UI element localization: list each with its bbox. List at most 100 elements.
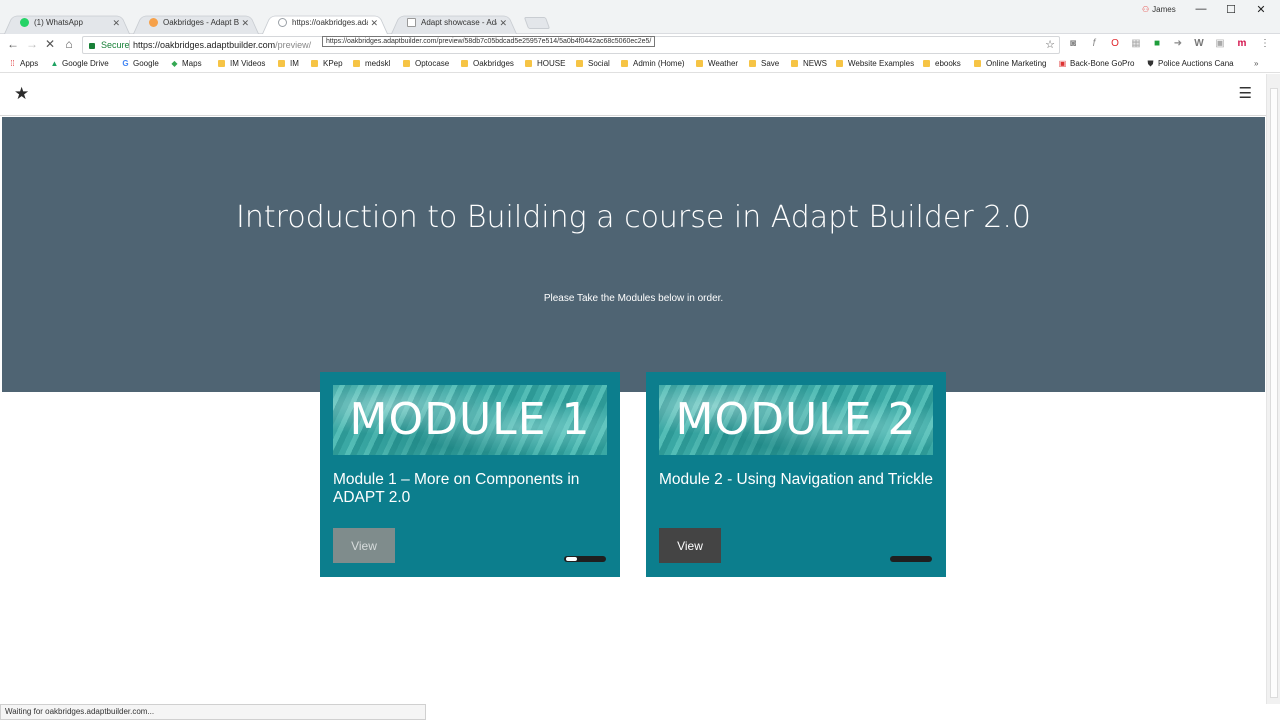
bookmark-folder[interactable]: KPep <box>311 59 343 68</box>
bookmark-folder[interactable]: Website Examples <box>836 59 914 68</box>
bookmark-folder[interactable]: NEWS <box>791 59 827 68</box>
module-banner-text: MODULE 2 <box>675 394 917 445</box>
bookmark-folder[interactable]: Oakbridges <box>461 59 514 68</box>
course-page: ★ ☰ Introduction to Building a course in… <box>0 74 1266 704</box>
folder-icon <box>749 60 756 68</box>
bookmark-folder[interactable]: Weather <box>696 59 738 68</box>
forward-arrow-icon[interactable]: → <box>24 37 40 51</box>
grid-extension-icon[interactable]: ▦ <box>1129 38 1143 49</box>
folder-icon <box>403 60 410 68</box>
bookmark-folder[interactable]: HOUSE <box>525 59 565 68</box>
opera-extension-icon[interactable]: O <box>1108 38 1122 49</box>
home-icon[interactable]: ⌂ <box>61 37 77 51</box>
bookmark-star-icon[interactable]: ☆ <box>1045 37 1055 53</box>
bookmark-item[interactable]: ▣ Back-Bone GoPro <box>1058 59 1135 68</box>
camera-extension-icon[interactable]: ◙ <box>1066 38 1080 49</box>
whatsapp-icon <box>20 18 29 27</box>
profile-icon: ⚇ <box>1142 5 1150 14</box>
folder-icon <box>353 60 360 68</box>
course-header: Introduction to Building a course in Ada… <box>2 117 1265 392</box>
shield-icon: ⛊ <box>1147 59 1154 68</box>
bookmark-folder[interactable]: Social <box>576 59 610 68</box>
adapt-icon <box>149 18 158 27</box>
bookmark-folder[interactable]: ebooks <box>923 59 961 68</box>
url-text: https://oakbridges.adaptbuilder.com/prev… <box>133 40 312 50</box>
tab-adapt-showcase[interactable]: Adapt showcase - Adapt ✕ <box>391 12 517 34</box>
new-tab-button[interactable] <box>523 17 551 29</box>
tab-oakbridges-builder[interactable]: Oakbridges - Adapt Builder ✕ <box>133 12 259 34</box>
module-progress-bar <box>564 556 606 562</box>
profile-name: James <box>1152 5 1176 14</box>
formula-extension-icon[interactable]: f <box>1087 38 1101 49</box>
arrow-extension-icon[interactable]: ➜ <box>1171 38 1185 49</box>
menu-list-icon[interactable]: ☰ <box>1239 84 1252 102</box>
folder-icon <box>791 60 798 68</box>
bookmark-icon: ▣ <box>1058 59 1067 68</box>
google-icon: G <box>122 59 129 68</box>
page-scrollbar[interactable] <box>1266 74 1280 704</box>
module-title: Module 1 – More on Components in ADAPT 2… <box>333 471 580 506</box>
module-progress-fill <box>566 557 577 561</box>
bookmark-item[interactable]: G Google <box>121 59 158 68</box>
maximize-icon[interactable]: ☐ <box>1216 3 1246 16</box>
course-navigation-bar: ★ ☰ <box>0 74 1266 116</box>
folder-icon <box>278 60 285 68</box>
m-extension-icon[interactable]: m <box>1235 38 1249 49</box>
bookmark-folder[interactable]: IM Videos <box>218 59 265 68</box>
module-banner-image: MODULE 2 <box>659 385 933 455</box>
kebab-menu-icon[interactable]: ⋮ <box>1258 38 1272 49</box>
module-banner-text: MODULE 1 <box>349 394 591 445</box>
bookmark-folder[interactable]: Optocase <box>403 59 449 68</box>
folder-icon <box>311 60 318 68</box>
bookmark-item[interactable]: ▲ Google Drive <box>50 59 109 68</box>
folder-icon <box>923 60 930 68</box>
tab-whatsapp[interactable]: (1) WhatsApp ✕ <box>4 12 130 34</box>
minimize-icon[interactable]: — <box>1186 3 1216 15</box>
tab-preview-active[interactable]: https://oakbridges.adaptbuilder.com ✕ <box>262 12 388 34</box>
bookmark-folder[interactable]: Online Marketing <box>974 59 1046 68</box>
folder-icon <box>576 60 583 68</box>
bookmark-folder[interactable]: Save <box>749 59 779 68</box>
scrollbar-thumb[interactable] <box>1270 88 1278 698</box>
folder-icon <box>525 60 532 68</box>
star-icon[interactable]: ★ <box>14 84 29 104</box>
apps-icon: ⁞⁞ <box>10 59 15 68</box>
link-tooltip: https://oakbridges.adaptbuilder.com/prev… <box>322 36 656 47</box>
close-tab-icon[interactable]: ✕ <box>112 12 120 34</box>
green-extension-icon[interactable]: ■ <box>1150 38 1164 49</box>
folder-icon <box>218 60 225 68</box>
back-arrow-icon[interactable]: ← <box>5 37 21 51</box>
close-window-icon[interactable]: ✕ <box>1246 3 1276 16</box>
module-title: Module 2 - Using Navigation and Trickle <box>659 471 933 488</box>
bookmark-item[interactable]: ◆ Maps <box>170 59 201 68</box>
folder-icon <box>836 60 843 68</box>
drive-icon: ▲ <box>50 59 59 68</box>
course-title: Introduction to Building a course in Ada… <box>236 200 1031 235</box>
loading-spinner-icon <box>278 18 287 27</box>
bookmark-item[interactable]: ⁞⁞ Apps <box>8 59 38 68</box>
folder-icon <box>974 60 981 68</box>
folder-icon <box>621 60 628 68</box>
bookmark-item[interactable]: ⛊ Police Auctions Cana <box>1146 59 1234 69</box>
bookmark-folder[interactable]: medskl <box>353 59 390 68</box>
document-icon <box>407 18 416 27</box>
close-tab-icon[interactable]: ✕ <box>241 12 249 34</box>
more-bookmarks-icon[interactable]: » <box>1254 59 1258 68</box>
bookmark-folder[interactable]: IM <box>278 59 299 68</box>
user-extension-icon[interactable]: ▣ <box>1213 38 1227 49</box>
tab-title: Oakbridges - Adapt Builder <box>163 18 239 27</box>
tab-title: Adapt showcase - Adapt <box>421 18 497 27</box>
module-card: MODULE 2 Module 2 - Using Navigation and… <box>646 372 946 577</box>
view-module-button[interactable]: View <box>333 528 395 563</box>
stop-icon[interactable]: ✕ <box>42 37 58 51</box>
bookmark-folder[interactable]: Admin (Home) <box>621 59 685 68</box>
status-bar: Waiting for oakbridges.adaptbuilder.com.… <box>0 704 426 720</box>
view-module-button[interactable]: View <box>659 528 721 563</box>
tab-title: https://oakbridges.adaptbuilder.com <box>292 18 368 27</box>
tab-title: (1) WhatsApp <box>34 18 83 27</box>
close-tab-icon[interactable]: ✕ <box>370 12 378 34</box>
profile-button[interactable]: ⚇ James <box>1142 5 1176 14</box>
w-extension-icon[interactable]: W <box>1192 38 1206 49</box>
close-tab-icon[interactable]: ✕ <box>499 12 507 34</box>
secure-indicator[interactable]: Secure <box>89 37 130 53</box>
